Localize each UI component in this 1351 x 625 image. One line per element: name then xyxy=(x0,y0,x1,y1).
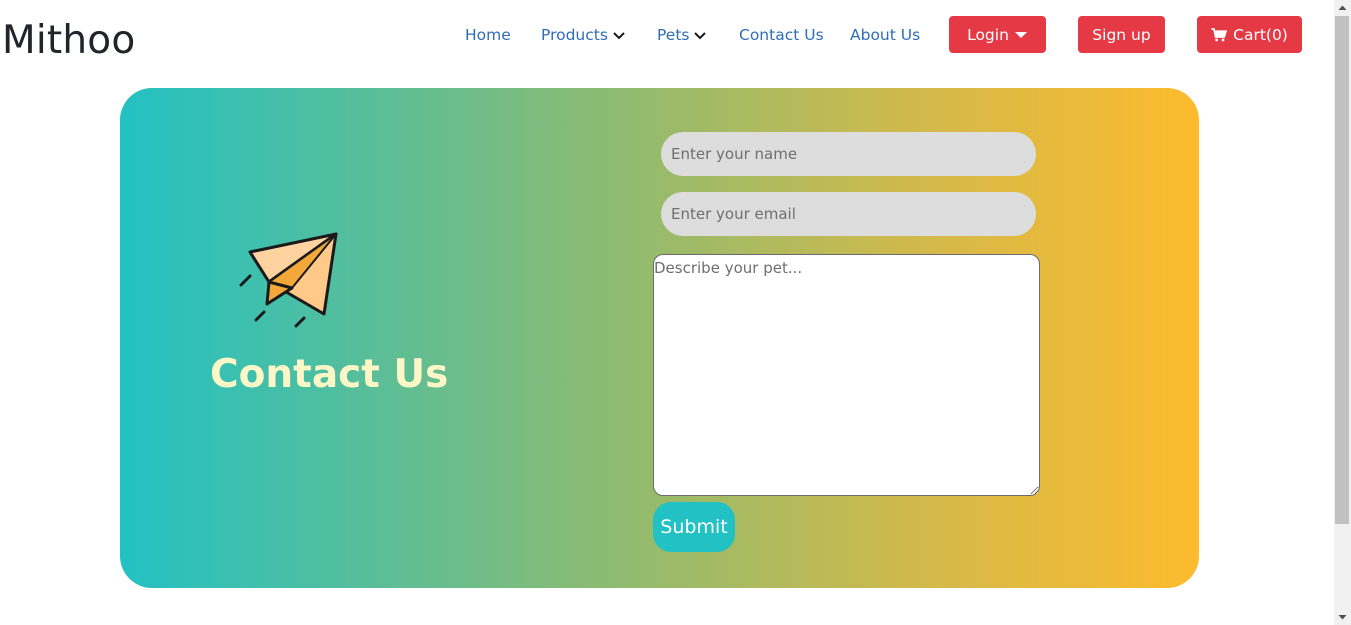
nav-products-label: Products xyxy=(541,26,608,44)
scroll-down-arrow-icon[interactable] xyxy=(1334,609,1351,625)
nav-home[interactable]: Home xyxy=(465,26,511,44)
nav-pets-label: Pets xyxy=(657,26,690,44)
login-button[interactable]: Login xyxy=(949,16,1046,53)
brand-logo[interactable]: Mithoo xyxy=(2,18,135,63)
nav-products[interactable]: Products xyxy=(541,26,626,44)
paper-plane-icon xyxy=(239,232,338,328)
signup-button[interactable]: Sign up xyxy=(1078,16,1165,53)
scroll-up-arrow-icon[interactable] xyxy=(1334,0,1351,16)
contact-title: Contact Us xyxy=(210,352,449,397)
login-label: Login xyxy=(967,25,1009,44)
cart-button[interactable]: Cart(0) xyxy=(1197,16,1302,53)
cart-label: Cart(0) xyxy=(1233,25,1288,44)
scrollbar-thumb[interactable] xyxy=(1335,16,1349,524)
pet-description-textarea[interactable] xyxy=(653,254,1040,496)
submit-button[interactable]: Submit xyxy=(653,502,735,552)
name-input[interactable] xyxy=(661,132,1036,176)
nav-pets[interactable]: Pets xyxy=(657,26,707,44)
caret-down-icon xyxy=(1014,31,1027,38)
vertical-scrollbar[interactable] xyxy=(1334,0,1351,625)
chevron-down-icon xyxy=(613,32,625,40)
cart-icon xyxy=(1211,27,1228,41)
chevron-down-icon xyxy=(694,32,707,40)
email-input[interactable] xyxy=(661,192,1036,236)
nav-contact[interactable]: Contact Us xyxy=(739,26,824,44)
nav-about[interactable]: About Us xyxy=(850,26,920,44)
